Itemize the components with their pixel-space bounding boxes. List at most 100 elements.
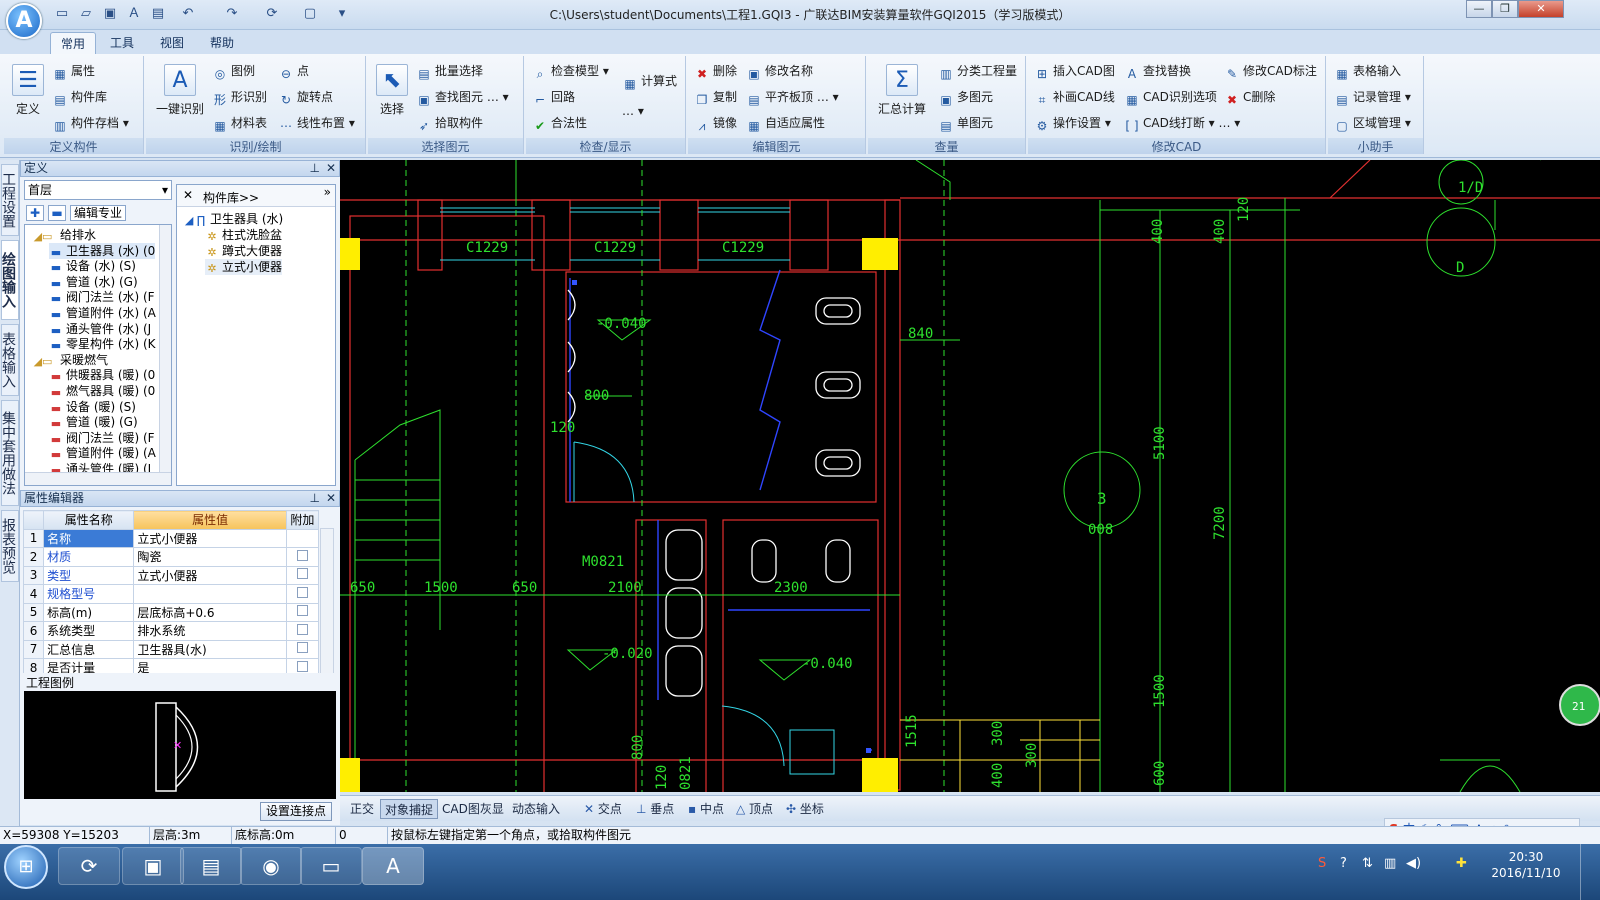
redo-icon[interactable]: ↷ [222,5,242,23]
tree-item[interactable]: ▬ 管道附件 (暖) (A [49,445,156,461]
windows-start-icon[interactable]: ⊞ [4,845,48,889]
check-model-button[interactable]: ⌕ 检查模型 ▾ [532,60,609,82]
tab-table-input[interactable]: 表格输入 [0,324,19,396]
tab-common[interactable]: 常用 [50,32,97,54]
tree-item[interactable]: ▬ 管道 (水) (G) [49,274,138,290]
volume-tray-icon[interactable]: ◀) [1406,856,1421,871]
snap-midpoint[interactable]: ▪ 中点 [684,799,728,819]
property-row[interactable]: 6 系统类型 排水系统 [22,621,320,641]
component-archive-button[interactable]: ▥ 构件存档 ▾ [52,112,129,134]
minimize-button[interactable]: — [1466,0,1492,18]
formula-button[interactable]: ▦ 计算式 [622,70,677,92]
maximize-button[interactable]: ❐ [1492,0,1518,18]
taskbar-app-gqi-icon[interactable]: A [362,847,424,885]
tree-item[interactable]: ▬ 供暖器具 (暖) (0 [49,367,156,383]
modify-cad-mark-button[interactable]: ✎ 修改CAD标注 [1224,60,1317,82]
add-icon[interactable]: ✚ [26,205,44,221]
tree-category[interactable]: ◢▭ 给排水 [29,227,96,243]
property-value[interactable]: 陶瓷 [133,547,287,567]
property-row[interactable]: 7 汇总信息 卫生器具(水) [22,639,320,659]
property-value[interactable] [133,584,287,604]
multi-element-button[interactable]: ▣ 多图元 [938,86,993,108]
tab-report-preview[interactable]: 报表预览 [0,510,19,582]
linear-layout-button[interactable]: ⋯ 线性布置 ▾ [278,112,355,134]
tab-tools[interactable]: 工具 [100,32,144,54]
tree-category[interactable]: ◢▭ 采暖燃气 [29,352,108,368]
close-icon[interactable]: ✕ [183,188,193,202]
open-folder-icon[interactable]: ▱ [76,5,96,23]
cad-drawing-area[interactable]: C1229 C1229 C1229 M0821 840 800 120 650 … [340,160,1600,792]
tree-vertical-scrollbar[interactable] [159,225,171,473]
add-cad-line-button[interactable]: ⌗ 补画CAD线 [1034,86,1115,108]
pin-icon[interactable]: ⊥ [310,491,320,506]
batch-select-button[interactable]: ▤ 批量选择 [416,60,483,82]
extra-checkbox[interactable] [296,549,308,561]
copy-button[interactable]: ❐ 复制 [694,86,737,108]
shape-identify-button[interactable]: 形形识别 [212,86,267,108]
loop-button[interactable]: ⌐ 回路 [532,86,575,108]
align-slab-top-button[interactable]: ▤ 平齐板顶 … ▾ [746,86,838,108]
classified-quantity-button[interactable]: ▥ 分类工程量 [938,60,1017,82]
c-delete-button[interactable]: ✖ C删除 [1224,86,1275,108]
area-manage-button[interactable]: ▢ 区域管理 ▾ [1334,112,1411,134]
property-value[interactable]: 卫生器具(水) [133,639,287,659]
expand-icon[interactable]: » [324,185,331,199]
rename-button[interactable]: ▣ 修改名称 [746,60,813,82]
cad-gray-toggle[interactable]: CAD图灰显 [438,799,508,819]
library-category[interactable]: ◢ ∏ 卫生器具 (水) [183,211,283,227]
edit-specialty-button[interactable]: 编辑专业 [70,205,127,221]
tab-view[interactable]: 视图 [150,32,194,54]
extra-checkbox[interactable] [296,642,308,654]
show-desktop-button[interactable] [1580,844,1598,900]
network-tray-icon[interactable]: ▥ [1384,856,1396,871]
material-table-button[interactable]: ▦ 材料表 [212,112,267,134]
adaptive-property-button[interactable]: ▦ 自适应属性 [746,112,825,134]
point-button[interactable]: ⊖ 点 [278,60,309,82]
tree-item[interactable]: ▬ 卫生器具 (水) (0 [49,242,156,259]
property-row[interactable]: 3 类型 立式小便器 [22,565,320,585]
app-logo-icon[interactable]: A [6,3,42,39]
object-snap-toggle[interactable]: 对象捕捉 [380,799,439,819]
extra-checkbox[interactable] [296,605,308,617]
find-replace-button[interactable]: A 查找替换 [1124,60,1191,82]
taskbar-app-folder-icon[interactable]: ▭ [300,847,362,885]
extra-checkbox[interactable] [296,586,308,598]
legality-button[interactable]: ✔ 合法性 [532,112,587,134]
close-icon[interactable]: ✕ [326,491,336,506]
tree-item[interactable]: ▬ 设备 (暖) (S) [49,399,136,415]
tree-horizontal-scrollbar[interactable] [25,472,171,485]
text-a-icon[interactable]: Ａ [124,5,144,23]
action-center-icon[interactable]: ✚ [1456,856,1467,871]
taskbar-app-box-icon[interactable]: ▣ [122,847,184,885]
summary-calc-button[interactable]: Σ 汇总计算 [872,64,932,117]
one-click-identify-button[interactable]: A 一键识别 [150,64,210,117]
table-input-button[interactable]: ▦ 表格输入 [1334,60,1401,82]
set-connection-point-button[interactable]: 设置连接点 [260,802,332,821]
tray-arrows-icon[interactable]: ⇅ [1362,856,1373,871]
floor-select[interactable]: 首层 ▾ [24,180,172,200]
tree-item[interactable]: ▬ 管道附件 (水) (A [49,305,156,321]
properties-button[interactable]: ▦ 属性 [52,60,95,82]
legend-button[interactable]: ◎ 图例 [212,60,255,82]
library-title[interactable]: 构件库>> [203,189,259,206]
remove-icon[interactable]: ▬ [48,205,66,221]
select-button[interactable]: ⬉ 选择 [372,64,412,117]
refresh-icon[interactable]: ⟳ [262,5,282,23]
property-row[interactable]: 2 材质 陶瓷 [22,547,320,567]
cad-canvas[interactable]: C1229 C1229 C1229 M0821 840 800 120 650 … [340,160,1600,792]
tree-item[interactable]: ▬ 管道 (暖) (G) [49,414,138,430]
taskbar-clock[interactable]: 20:30 2016/11/10 [1488,849,1564,881]
insert-cad-button[interactable]: ⊞ 插入CAD图 [1034,60,1115,82]
property-row[interactable]: 5 标高(m) 层底标高+0.6 [22,602,320,622]
library-item[interactable]: ✲ 立式小便器 [205,259,283,275]
close-icon[interactable]: ✕ [326,161,336,176]
tree-item[interactable]: ▬ 通头管件 (水) (J [49,321,151,337]
extra-checkbox[interactable] [296,568,308,580]
extra-checkbox[interactable] [296,660,308,672]
ortho-toggle[interactable]: 正交 [346,799,378,819]
tab-help[interactable]: 帮助 [200,32,244,54]
find-element-button[interactable]: ▣ 查找图元 … ▾ [416,86,508,108]
single-element-button[interactable]: ▤ 单图元 [938,112,993,134]
taskbar-app-browser-icon[interactable]: ⟳ [58,847,120,885]
operation-settings-button[interactable]: ⚙ 操作设置 ▾ [1034,112,1111,134]
